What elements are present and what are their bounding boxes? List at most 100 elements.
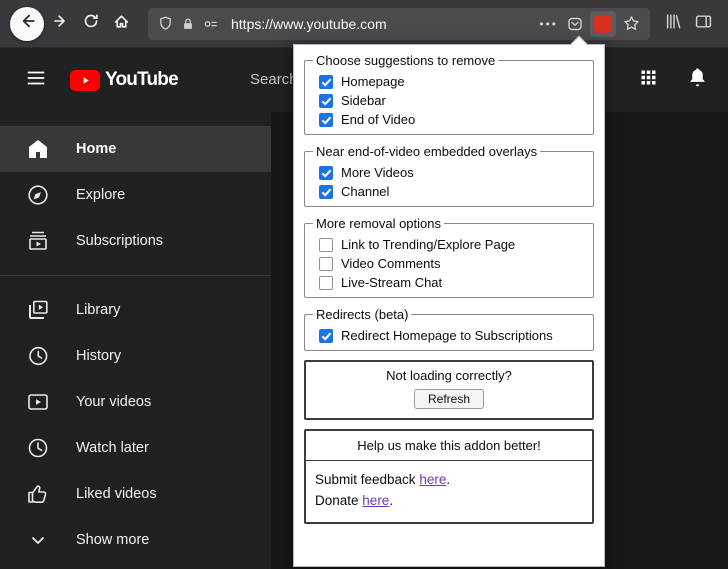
library-button[interactable] xyxy=(658,9,688,39)
page-actions-button[interactable]: ••• xyxy=(534,17,563,31)
sidebar-item-watch-later[interactable]: Watch later xyxy=(0,425,271,471)
home-button[interactable] xyxy=(106,9,136,39)
sidebar-item-your-videos[interactable]: Your videos xyxy=(0,379,271,425)
checkbox-label: Channel xyxy=(341,184,389,199)
tracking-protection-shield-icon[interactable] xyxy=(154,16,177,31)
back-button[interactable] xyxy=(10,7,44,41)
video-comments-checkbox-row[interactable]: Video Comments xyxy=(319,256,585,271)
channel-checkbox[interactable] xyxy=(319,185,333,199)
donate-line: Donate here. xyxy=(315,491,583,512)
checkbox-label: Sidebar xyxy=(341,93,386,108)
sidebar-item-label: Explore xyxy=(76,187,125,203)
sidebar-item-library[interactable]: Library xyxy=(0,287,271,333)
browser-toolbar: https://www.youtube.com ••• xyxy=(0,0,728,48)
live-stream-chat-checkbox[interactable] xyxy=(319,276,333,290)
sidebar-toggle-button[interactable] xyxy=(688,9,718,39)
sidebar-item-label: Show more xyxy=(76,532,149,548)
refresh-page-button[interactable]: Refresh xyxy=(414,389,484,409)
sidebar-divider xyxy=(0,275,271,276)
end-of-video-checkbox[interactable] xyxy=(319,113,333,127)
section-choose-suggestions: Choose suggestions to remove Homepage Si… xyxy=(304,53,594,135)
url-bar[interactable]: https://www.youtube.com ••• xyxy=(148,8,650,40)
sidebar-item-label: Library xyxy=(76,302,120,318)
liked-videos-icon xyxy=(26,482,50,506)
help-box: Help us make this addon better! Submit f… xyxy=(304,429,594,524)
apps-grid-icon[interactable] xyxy=(638,67,659,93)
chevron-down-icon xyxy=(26,528,50,552)
extension-button[interactable] xyxy=(590,11,616,37)
youtube-logo-text: YouTube xyxy=(105,69,178,91)
end-of-video-checkbox-row[interactable]: End of Video xyxy=(319,112,585,127)
more-videos-checkbox[interactable] xyxy=(319,166,333,180)
feedback-period: . xyxy=(446,472,450,487)
sidebar-item-subscriptions[interactable]: Subscriptions xyxy=(0,218,271,264)
sidebar-item-liked-videos[interactable]: Liked videos xyxy=(0,471,271,517)
help-box-title: Help us make this addon better! xyxy=(306,431,592,461)
header-actions xyxy=(638,48,708,112)
sidebar-item-home[interactable]: Home xyxy=(0,126,271,172)
sidebar-item-label: History xyxy=(76,348,121,364)
homepage-checkbox-row[interactable]: Homepage xyxy=(319,74,585,89)
extension-icon xyxy=(594,15,612,33)
youtube-logo[interactable]: YouTube xyxy=(70,69,178,91)
redirect-homepage-checkbox[interactable] xyxy=(319,329,333,343)
youtube-sidebar: Home Explore Subscriptions Library Histo… xyxy=(0,112,271,569)
section-legend: Redirects (beta) xyxy=(313,307,411,322)
trending-link-checkbox-row[interactable]: Link to Trending/Explore Page xyxy=(319,237,585,252)
help-box-body: Submit feedback here. Donate here. xyxy=(306,461,592,522)
section-embedded-overlays: Near end-of-video embedded overlays More… xyxy=(304,144,594,207)
live-stream-chat-checkbox-row[interactable]: Live-Stream Chat xyxy=(319,275,585,290)
pocket-icon[interactable] xyxy=(563,16,587,32)
donate-link[interactable]: here xyxy=(362,493,389,508)
your-videos-icon xyxy=(26,390,50,414)
donate-period: . xyxy=(389,493,393,508)
section-redirects: Redirects (beta) Redirect Homepage to Su… xyxy=(304,307,594,351)
sidebar-panel-icon xyxy=(695,13,712,35)
bookmark-star-icon[interactable] xyxy=(619,15,644,32)
permissions-icon[interactable] xyxy=(199,17,223,31)
sidebar-item-label: Liked videos xyxy=(76,486,157,502)
sidebar-checkbox-row[interactable]: Sidebar xyxy=(319,93,585,108)
section-legend: Near end-of-video embedded overlays xyxy=(313,144,540,159)
refresh-box: Not loading correctly? Refresh xyxy=(304,360,594,420)
refresh-icon xyxy=(83,13,99,34)
sidebar-item-explore[interactable]: Explore xyxy=(0,172,271,218)
channel-checkbox-row[interactable]: Channel xyxy=(319,184,585,199)
back-arrow-icon xyxy=(18,12,36,35)
checkbox-label: Homepage xyxy=(341,74,405,89)
forward-button[interactable] xyxy=(46,9,76,39)
section-legend: Choose suggestions to remove xyxy=(313,53,498,68)
checkbox-label: More Videos xyxy=(341,165,414,180)
checkbox-label: Live-Stream Chat xyxy=(341,275,442,290)
search-input[interactable]: Search xyxy=(250,71,298,88)
explore-icon xyxy=(26,183,50,207)
refresh-box-title: Not loading correctly? xyxy=(306,368,592,383)
sidebar-item-show-more[interactable]: Show more xyxy=(0,517,271,563)
feedback-link[interactable]: here xyxy=(419,472,446,487)
redirect-homepage-checkbox-row[interactable]: Redirect Homepage to Subscriptions xyxy=(319,328,585,343)
feedback-text: Submit feedback xyxy=(315,472,419,487)
sidebar-checkbox[interactable] xyxy=(319,94,333,108)
notifications-bell-icon[interactable] xyxy=(687,67,708,93)
refresh-button[interactable] xyxy=(76,9,106,39)
sidebar-item-label: Your videos xyxy=(76,394,151,410)
sidebar-item-history[interactable]: History xyxy=(0,333,271,379)
homepage-checkbox[interactable] xyxy=(319,75,333,89)
more-videos-checkbox-row[interactable]: More Videos xyxy=(319,165,585,180)
url-text[interactable]: https://www.youtube.com xyxy=(231,16,526,32)
checkbox-label: Redirect Homepage to Subscriptions xyxy=(341,328,553,343)
donate-text: Donate xyxy=(315,493,362,508)
home-icon xyxy=(113,13,130,35)
home-icon xyxy=(26,137,50,161)
forward-arrow-icon xyxy=(53,13,69,34)
hamburger-icon xyxy=(25,67,47,94)
extension-popup: Choose suggestions to remove Homepage Si… xyxy=(293,44,605,567)
checkbox-label: Link to Trending/Explore Page xyxy=(341,237,515,252)
lock-icon[interactable] xyxy=(177,17,199,31)
menu-button[interactable] xyxy=(25,67,47,94)
section-more-removal-options: More removal options Link to Trending/Ex… xyxy=(304,216,594,298)
checkbox-label: Video Comments xyxy=(341,256,440,271)
trending-link-checkbox[interactable] xyxy=(319,238,333,252)
video-comments-checkbox[interactable] xyxy=(319,257,333,271)
checkbox-label: End of Video xyxy=(341,112,415,127)
